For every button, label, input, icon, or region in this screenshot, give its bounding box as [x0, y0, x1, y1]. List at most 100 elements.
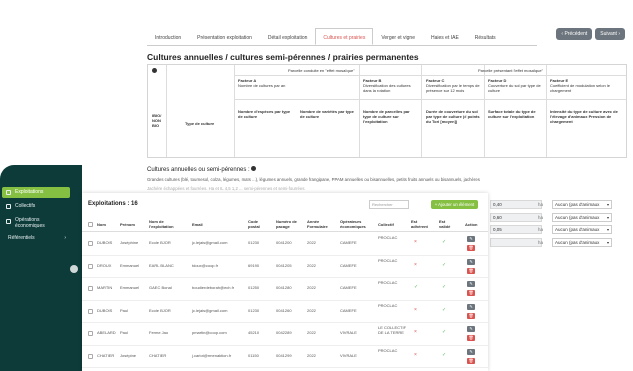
sidebar-item-collectifs[interactable]: Collectifs — [2, 201, 70, 212]
edit-icon[interactable]: ✎ — [467, 258, 475, 265]
chargement-select[interactable]: Aucun (pas d'animaux ▾ — [552, 225, 612, 234]
cross-icon: × — [414, 306, 417, 313]
add-element-button[interactable]: + Ajouter un élément — [431, 200, 478, 209]
select-all-checkbox[interactable] — [88, 222, 93, 227]
cell-cp: 01250 — [248, 285, 260, 290]
surface-row: 0,40 ha Aucun (pas d'animaux ▾ — [490, 199, 630, 211]
farm-icon — [6, 190, 11, 195]
trash-icon[interactable]: 🗑 — [467, 267, 475, 274]
tab-resultats[interactable]: Résultats — [467, 28, 504, 45]
cell-prenom: Emmanuel — [120, 285, 140, 290]
surface-input[interactable]: 0,40 — [490, 200, 542, 209]
trash-icon[interactable]: 🗑 — [467, 335, 475, 341]
table-row[interactable]: DUBOIS Paul Ecole BJOR jc.lejais@gmail.com 0… — [82, 301, 488, 323]
cell-operateur: CAMEFE — [340, 285, 357, 290]
cross-icon: × — [414, 239, 417, 245]
cell-annee: 2022 — [307, 262, 316, 268]
table-row[interactable]: MARTIN Emmanuel GAEC Bonal boudierdeborah@e… — [82, 278, 488, 301]
collapse-handle[interactable] — [70, 265, 78, 273]
info-icon[interactable] — [251, 166, 257, 171]
edit-icon[interactable]: ✎ — [467, 348, 475, 355]
group1-label: Parcelle conduite en "effet mosaïque" — [288, 68, 355, 73]
unit-label: ha — [538, 202, 544, 207]
col-email[interactable]: Email — [192, 222, 203, 228]
table-row[interactable]: DROUX Emmanuel EARL BLANC tdoux@coop.fr 6919… — [82, 256, 488, 278]
cell-exploitation: Ferme Jao — [149, 330, 169, 335]
surface-input[interactable]: 0,05 — [490, 225, 542, 234]
tab-introduction[interactable]: Introduction — [147, 28, 189, 45]
next-button[interactable]: Suivant › — [595, 28, 625, 40]
cell-collectif: PROCLAC — [378, 235, 398, 240]
cell-collectif: PROCLAC — [378, 257, 398, 263]
table-row[interactable]: ABELARD Paul Ferme Jao pmartin@coop.com 4521… — [82, 323, 488, 346]
sub-header-especes: Nombre d'espèces par type de culture — [238, 109, 291, 119]
sub-header-intensite: Intensité du type de culture avec de l'é… — [550, 109, 618, 124]
row-checkbox[interactable] — [88, 353, 93, 359]
tab-bar: Introduction Présentation exploitation D… — [147, 28, 537, 46]
trash-icon[interactable]: 🗑 — [467, 245, 475, 251]
tab-verger[interactable]: Verger et vigne — [373, 28, 423, 45]
col-adherent[interactable]: Est adhérent — [411, 219, 431, 229]
check-icon: ✓ — [442, 306, 447, 313]
group2-label: Parcelle présentant l'effet mosaïque" — [478, 68, 544, 73]
col-pacage[interactable]: Numéro de pacage — [276, 219, 302, 229]
page-title: Cultures annuelles / cultures semi-péren… — [147, 52, 419, 62]
check-icon: ✓ — [414, 284, 419, 290]
row-checkbox[interactable] — [88, 331, 93, 336]
chargement-select[interactable]: Aucun (pas d'animaux ▾ — [552, 200, 612, 209]
col-prenom[interactable]: Prénom — [120, 222, 135, 228]
exploitations-panel: Exploitations : 16 Rechercher + Ajouter … — [82, 193, 488, 371]
table-row[interactable]: CHATIER Josépine CHATIER j.cariot@rmenaktio… — [82, 346, 488, 368]
trash-icon[interactable]: 🗑 — [467, 290, 475, 296]
edit-icon[interactable]: ✎ — [467, 326, 475, 332]
sidebar-item-label: Opérations économiques — [15, 217, 45, 229]
row-checkbox[interactable] — [88, 241, 93, 246]
col-cp[interactable]: Code postal — [248, 219, 268, 229]
col-annee[interactable]: Année Formulaire — [307, 219, 335, 229]
tab-detail[interactable]: Détail exploitation — [260, 28, 315, 45]
edit-icon[interactable]: ✎ — [467, 303, 475, 310]
row-checkbox[interactable] — [88, 308, 93, 314]
col-operateurs[interactable]: Opérateurs économiques — [340, 219, 378, 229]
cell-prenom: Emmanuel — [120, 262, 140, 268]
cell-pacage: 0041280 — [276, 285, 292, 290]
annuelles-title: Cultures annuelles ou semi-pérennes : — [147, 166, 257, 173]
sidebar-item-operations[interactable]: Opérations économiques — [2, 216, 68, 230]
facteur-a-sub: Nombre de cultures par an — [238, 83, 286, 88]
sidebar-item-exploitations[interactable]: Exploitations — [2, 187, 70, 198]
edit-icon[interactable]: ✎ — [467, 281, 475, 287]
cell-nom: DUBOIS — [97, 307, 113, 313]
chargement-select[interactable]: Aucun (pas d'animaux ▾ — [552, 237, 612, 247]
previous-button[interactable]: ‹ Précédent — [556, 28, 593, 40]
sub-header-surface: Surface totale du type de culture sur l'… — [488, 109, 536, 119]
surface-input[interactable]: 0,60 — [490, 212, 542, 222]
chargement-select[interactable]: Aucun (pas d'animaux ▾ — [552, 212, 612, 222]
tab-haies[interactable]: Haies et IAE — [423, 28, 467, 45]
sidebar-item-referentiels[interactable]: Référentiels › — [2, 233, 70, 244]
col-valide[interactable]: Est validé — [439, 219, 457, 229]
tab-presentation[interactable]: Présentation exploitation — [189, 28, 260, 45]
table-row[interactable]: DUBOIS Joséphine Ecole BJOR jc.lejais@gmail… — [82, 233, 488, 256]
cell-operateur: VIVRALE — [340, 352, 357, 358]
cell-operateur: VIVRALE — [340, 330, 357, 335]
trash-icon[interactable]: 🗑 — [467, 312, 475, 319]
col-collectif[interactable]: Collectif — [378, 222, 394, 228]
bio-header-line: BIO — [152, 123, 160, 128]
search-input[interactable]: Rechercher — [369, 200, 409, 209]
chevron-right-icon: › — [64, 235, 66, 241]
unit-label: ha — [538, 227, 544, 232]
chevron-down-icon: ▾ — [606, 214, 609, 220]
col-exploitation[interactable]: Nom de l'exploitation — [149, 219, 181, 229]
row-checkbox[interactable] — [88, 263, 93, 269]
surface-input[interactable] — [490, 237, 542, 247]
cell-exploitation: GAEC Bonal — [149, 285, 172, 290]
row-checkbox[interactable] — [88, 286, 93, 291]
col-action: Action — [465, 222, 478, 227]
tab-cultures[interactable]: Cultures et prairies — [315, 28, 374, 45]
cell-cp: 01230 — [248, 240, 260, 245]
trash-icon[interactable]: 🗑 — [467, 357, 475, 364]
col-nom[interactable]: Nom — [97, 222, 106, 228]
cell-email: jc.lejais@gmail.com — [192, 307, 228, 313]
cell-prenom: Paul — [120, 330, 129, 335]
edit-icon[interactable]: ✎ — [467, 236, 475, 242]
